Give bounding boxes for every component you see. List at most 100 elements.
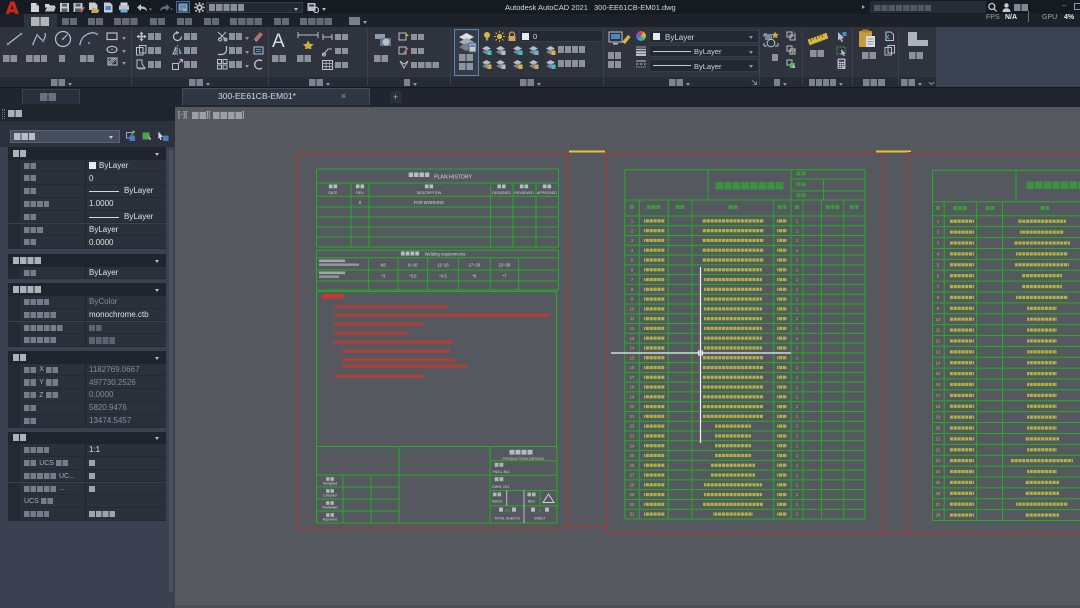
svg-text:1: 1 bbox=[796, 482, 799, 487]
svg-text:1: 1 bbox=[796, 453, 799, 458]
svg-text:1: 1 bbox=[796, 434, 799, 439]
svg-text:*3: *3 bbox=[381, 274, 386, 279]
svg-text:6~10: 6~10 bbox=[408, 263, 418, 268]
svg-text:6: 6 bbox=[937, 273, 940, 278]
svg-text:7: 7 bbox=[631, 277, 634, 282]
svg-text:11: 11 bbox=[630, 316, 635, 321]
svg-text:3: 3 bbox=[937, 241, 940, 246]
svg-text:1: 1 bbox=[937, 219, 940, 224]
svg-text:10: 10 bbox=[630, 306, 635, 311]
svg-text:14: 14 bbox=[630, 346, 635, 351]
svg-text:1: 1 bbox=[631, 218, 634, 223]
svg-text:1: 1 bbox=[796, 277, 799, 282]
svg-text:PLAN HISTORY: PLAN HISTORY bbox=[434, 175, 472, 181]
svg-text:K6: K6 bbox=[381, 263, 387, 268]
svg-text:1: 1 bbox=[796, 346, 799, 351]
svg-text:24: 24 bbox=[630, 443, 635, 448]
svg-text:Welding requirements: Welding requirements bbox=[425, 252, 466, 257]
svg-text:Checked: Checked bbox=[323, 494, 336, 498]
svg-text:12: 12 bbox=[630, 326, 635, 331]
svg-text:1: 1 bbox=[796, 218, 799, 223]
svg-text:28: 28 bbox=[936, 513, 941, 518]
svg-text:TOTAL SHEETS: TOTAL SHEETS bbox=[494, 517, 520, 521]
svg-text:23: 23 bbox=[936, 458, 941, 463]
svg-text:9: 9 bbox=[937, 306, 940, 311]
svg-text:16: 16 bbox=[936, 382, 941, 387]
svg-text:1: 1 bbox=[796, 394, 799, 399]
svg-text:10: 10 bbox=[936, 317, 941, 322]
svg-text:17~28: 17~28 bbox=[468, 263, 480, 268]
svg-text:DESIGNED: DESIGNED bbox=[492, 191, 511, 195]
svg-text:HULL NO.: HULL NO. bbox=[493, 470, 510, 474]
svg-text:31: 31 bbox=[630, 512, 635, 517]
svg-text:1: 1 bbox=[796, 355, 799, 360]
svg-text:1: 1 bbox=[796, 512, 799, 517]
svg-text:13: 13 bbox=[630, 336, 635, 341]
svg-text:5: 5 bbox=[631, 258, 634, 263]
svg-text:1: 1 bbox=[796, 375, 799, 380]
svg-text:1: 1 bbox=[796, 443, 799, 448]
svg-text:*3.5: *3.5 bbox=[409, 274, 417, 279]
svg-text:8: 8 bbox=[631, 287, 634, 292]
svg-text:MASS: MASS bbox=[492, 500, 503, 504]
svg-text:6: 6 bbox=[631, 267, 634, 272]
svg-text:1: 1 bbox=[796, 463, 799, 468]
svg-text:18: 18 bbox=[936, 404, 941, 409]
svg-text:1: 1 bbox=[796, 248, 799, 253]
svg-text:20: 20 bbox=[936, 426, 941, 431]
svg-text:1: 1 bbox=[796, 287, 799, 292]
svg-text:1: 1 bbox=[539, 508, 542, 513]
svg-text:21: 21 bbox=[936, 436, 941, 441]
svg-text:26: 26 bbox=[630, 463, 635, 468]
svg-text:4: 4 bbox=[631, 248, 634, 253]
svg-text:1: 1 bbox=[796, 228, 799, 233]
svg-text:28: 28 bbox=[505, 508, 510, 513]
svg-text:1: 1 bbox=[796, 297, 799, 302]
svg-text:25: 25 bbox=[630, 453, 635, 458]
svg-text:2: 2 bbox=[631, 228, 634, 233]
svg-text:DATE: DATE bbox=[328, 191, 338, 195]
svg-text:21: 21 bbox=[630, 414, 635, 419]
svg-text:1: 1 bbox=[796, 502, 799, 507]
svg-text:1: 1 bbox=[796, 404, 799, 409]
svg-text:11~16: 11~16 bbox=[437, 263, 449, 268]
svg-text:1: 1 bbox=[796, 336, 799, 341]
svg-text:23: 23 bbox=[630, 434, 635, 439]
svg-text:1: 1 bbox=[796, 385, 799, 390]
svg-text:23~38: 23~38 bbox=[499, 263, 511, 268]
svg-text:16: 16 bbox=[630, 365, 635, 370]
svg-text:REVIEWED: REVIEWED bbox=[514, 191, 534, 195]
svg-text:1: 1 bbox=[796, 267, 799, 272]
svg-text:1: 1 bbox=[796, 414, 799, 419]
svg-text:3: 3 bbox=[631, 238, 634, 243]
svg-text:REV: REV bbox=[356, 191, 364, 195]
svg-text:9: 9 bbox=[631, 297, 634, 302]
svg-text:19: 19 bbox=[936, 415, 941, 420]
svg-text:*4.5: *4.5 bbox=[439, 274, 447, 279]
svg-text:15: 15 bbox=[630, 355, 635, 360]
svg-text:Reviewed: Reviewed bbox=[323, 506, 338, 510]
svg-text:1: 1 bbox=[796, 306, 799, 311]
svg-text:1: 1 bbox=[796, 424, 799, 429]
svg-text:2: 2 bbox=[937, 230, 940, 235]
svg-text:Designed: Designed bbox=[323, 482, 337, 486]
svg-text:PRODUCTION DESIGN: PRODUCTION DESIGN bbox=[502, 457, 543, 461]
svg-text:1: 1 bbox=[796, 326, 799, 331]
svg-text:REV: REV bbox=[528, 500, 536, 504]
svg-text:APPROVED: APPROVED bbox=[537, 191, 557, 195]
svg-text:0: 0 bbox=[359, 200, 362, 205]
svg-text:22: 22 bbox=[936, 447, 941, 452]
svg-text:1: 1 bbox=[796, 258, 799, 263]
svg-text:27: 27 bbox=[936, 502, 941, 507]
svg-text:1: 1 bbox=[796, 473, 799, 478]
svg-text:13: 13 bbox=[936, 349, 941, 354]
svg-text:18: 18 bbox=[630, 385, 635, 390]
svg-text:19: 19 bbox=[630, 394, 635, 399]
svg-text:28: 28 bbox=[630, 482, 635, 487]
svg-text:27: 27 bbox=[630, 473, 635, 478]
svg-text:Approved: Approved bbox=[323, 518, 338, 522]
svg-text:1: 1 bbox=[796, 316, 799, 321]
svg-text:26: 26 bbox=[936, 491, 941, 496]
svg-text:29: 29 bbox=[630, 492, 635, 497]
svg-text:8: 8 bbox=[937, 295, 940, 300]
